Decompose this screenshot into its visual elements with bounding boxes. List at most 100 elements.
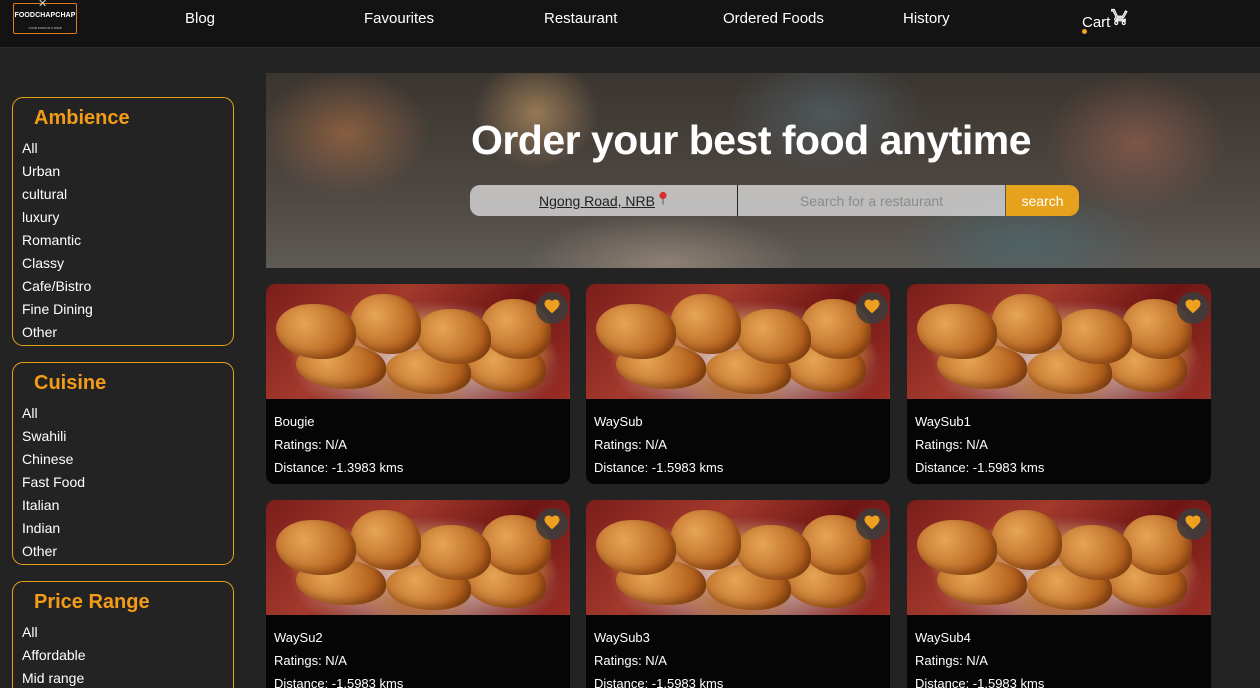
- restaurant-name: WaySub4: [915, 630, 971, 645]
- cart-icon: [1111, 8, 1129, 31]
- cuisine-option[interactable]: All: [22, 402, 233, 425]
- ambience-option[interactable]: Cafe/Bistro: [22, 275, 233, 298]
- restaurant-image: [907, 500, 1211, 615]
- fork-knife-icon: ✕: [38, 0, 48, 10]
- cuisine-filter: Cuisine All Swahili Chinese Fast Food It…: [12, 362, 234, 565]
- favourite-button[interactable]: [1177, 292, 1209, 324]
- ambience-option[interactable]: All: [22, 137, 233, 160]
- ambience-filter: Ambience All Urban cultural luxury Roman…: [12, 97, 234, 346]
- ambience-option[interactable]: luxury: [22, 206, 233, 229]
- cuisine-option[interactable]: Other: [22, 540, 233, 563]
- restaurant-name: WaySu2: [274, 630, 323, 645]
- ambience-option[interactable]: Classy: [22, 252, 233, 275]
- food-photo-piece: [596, 304, 676, 359]
- brand-tagline: YOUR FOOD IN A SNAP: [28, 26, 62, 30]
- cart-button[interactable]: Cart: [1082, 8, 1129, 31]
- cuisine-option[interactable]: Indian: [22, 517, 233, 540]
- restaurant-card[interactable]: WaySub4 Ratings: N/A Distance: -1.5983 k…: [907, 500, 1211, 688]
- favourite-button[interactable]: [856, 292, 888, 324]
- cuisine-option[interactable]: Swahili: [22, 425, 233, 448]
- restaurant-name: WaySub1: [915, 414, 971, 429]
- restaurant-ratings: Ratings: N/A: [594, 437, 667, 452]
- favourite-button[interactable]: [1177, 508, 1209, 540]
- restaurant-distance: Distance: -1.5983 kms: [594, 460, 724, 475]
- cart-indicator-dot: [1082, 29, 1087, 34]
- food-photo-piece: [917, 304, 997, 359]
- search-bar: Ngong Road, NRB search: [470, 185, 1080, 216]
- price-range-filter: Price Range All Affordable Mid range: [12, 581, 234, 688]
- restaurant-image: [586, 500, 890, 615]
- restaurant-card[interactable]: WaySu2 Ratings: N/A Distance: -1.5983 km…: [266, 500, 570, 688]
- nav-restaurant[interactable]: Restaurant: [544, 10, 617, 27]
- food-photo-piece: [992, 294, 1062, 354]
- nav-blog[interactable]: Blog: [185, 10, 215, 27]
- favourite-button[interactable]: [856, 508, 888, 540]
- food-photo-piece: [596, 520, 676, 575]
- restaurant-distance: Distance: -1.5983 kms: [594, 676, 724, 688]
- cuisine-option[interactable]: Italian: [22, 494, 233, 517]
- hero-banner: Order your best food anytime Ngong Road,…: [266, 73, 1260, 268]
- brand-name: FOODCHAPCHAP: [14, 12, 76, 19]
- hero-title: Order your best food anytime: [470, 117, 1032, 163]
- food-photo-piece: [276, 304, 356, 359]
- food-photo-piece: [351, 510, 421, 570]
- nav-history[interactable]: History: [903, 10, 950, 27]
- restaurant-name: WaySub3: [594, 630, 650, 645]
- heart-icon: [1184, 513, 1202, 535]
- location-selector[interactable]: Ngong Road, NRB: [470, 185, 738, 216]
- restaurant-card[interactable]: Bougie Ratings: N/A Distance: -1.3983 km…: [266, 284, 570, 484]
- restaurant-name: WaySub: [594, 414, 643, 429]
- ambience-option[interactable]: Fine Dining: [22, 298, 233, 321]
- restaurant-image: [266, 500, 570, 615]
- ambience-option[interactable]: Urban: [22, 160, 233, 183]
- restaurant-ratings: Ratings: N/A: [915, 653, 988, 668]
- restaurant-ratings: Ratings: N/A: [274, 653, 347, 668]
- price-option[interactable]: Affordable: [22, 644, 233, 667]
- restaurant-image: [266, 284, 570, 399]
- nav-favourites[interactable]: Favourites: [364, 10, 434, 27]
- heart-icon: [543, 513, 561, 535]
- favourite-button[interactable]: [536, 292, 568, 324]
- top-navbar: ✕ FOODCHAPCHAP YOUR FOOD IN A SNAP Blog …: [0, 0, 1260, 48]
- pin-icon: [658, 191, 668, 210]
- restaurant-ratings: Ratings: N/A: [915, 437, 988, 452]
- location-text: Ngong Road, NRB: [539, 192, 655, 209]
- ambience-option[interactable]: cultural: [22, 183, 233, 206]
- nav-ordered-foods[interactable]: Ordered Foods: [723, 10, 824, 27]
- cuisine-option[interactable]: Chinese: [22, 448, 233, 471]
- food-photo-piece: [917, 520, 997, 575]
- heart-icon: [863, 513, 881, 535]
- food-photo-piece: [671, 510, 741, 570]
- cart-label: Cart: [1082, 14, 1111, 31]
- search-button[interactable]: search: [1006, 185, 1079, 216]
- price-option[interactable]: All: [22, 621, 233, 644]
- cuisine-option[interactable]: Fast Food: [22, 471, 233, 494]
- cuisine-title: Cuisine: [34, 372, 107, 394]
- ambience-option[interactable]: Other: [22, 321, 233, 344]
- price-range-title: Price Range: [34, 591, 150, 613]
- food-photo-piece: [992, 510, 1062, 570]
- price-option[interactable]: Mid range: [22, 667, 233, 688]
- food-photo-piece: [671, 294, 741, 354]
- restaurant-distance: Distance: -1.5983 kms: [915, 676, 1045, 688]
- restaurant-card[interactable]: WaySub Ratings: N/A Distance: -1.5983 km…: [586, 284, 890, 484]
- food-photo-piece: [276, 520, 356, 575]
- favourite-button[interactable]: [536, 508, 568, 540]
- ambience-title: Ambience: [34, 107, 130, 129]
- restaurant-image: [907, 284, 1211, 399]
- restaurant-search-input[interactable]: [738, 185, 1006, 216]
- restaurant-ratings: Ratings: N/A: [274, 437, 347, 452]
- restaurant-image: [586, 284, 890, 399]
- heart-icon: [863, 297, 881, 319]
- restaurant-ratings: Ratings: N/A: [594, 653, 667, 668]
- food-photo-piece: [351, 294, 421, 354]
- heart-icon: [1184, 297, 1202, 319]
- ambience-option[interactable]: Romantic: [22, 229, 233, 252]
- restaurant-card[interactable]: WaySub3 Ratings: N/A Distance: -1.5983 k…: [586, 500, 890, 688]
- restaurant-card[interactable]: WaySub1 Ratings: N/A Distance: -1.5983 k…: [907, 284, 1211, 484]
- heart-icon: [543, 297, 561, 319]
- restaurant-distance: Distance: -1.5983 kms: [274, 676, 404, 688]
- restaurant-distance: Distance: -1.3983 kms: [274, 460, 404, 475]
- brand-logo[interactable]: ✕ FOODCHAPCHAP YOUR FOOD IN A SNAP: [13, 0, 77, 34]
- restaurant-name: Bougie: [274, 414, 315, 429]
